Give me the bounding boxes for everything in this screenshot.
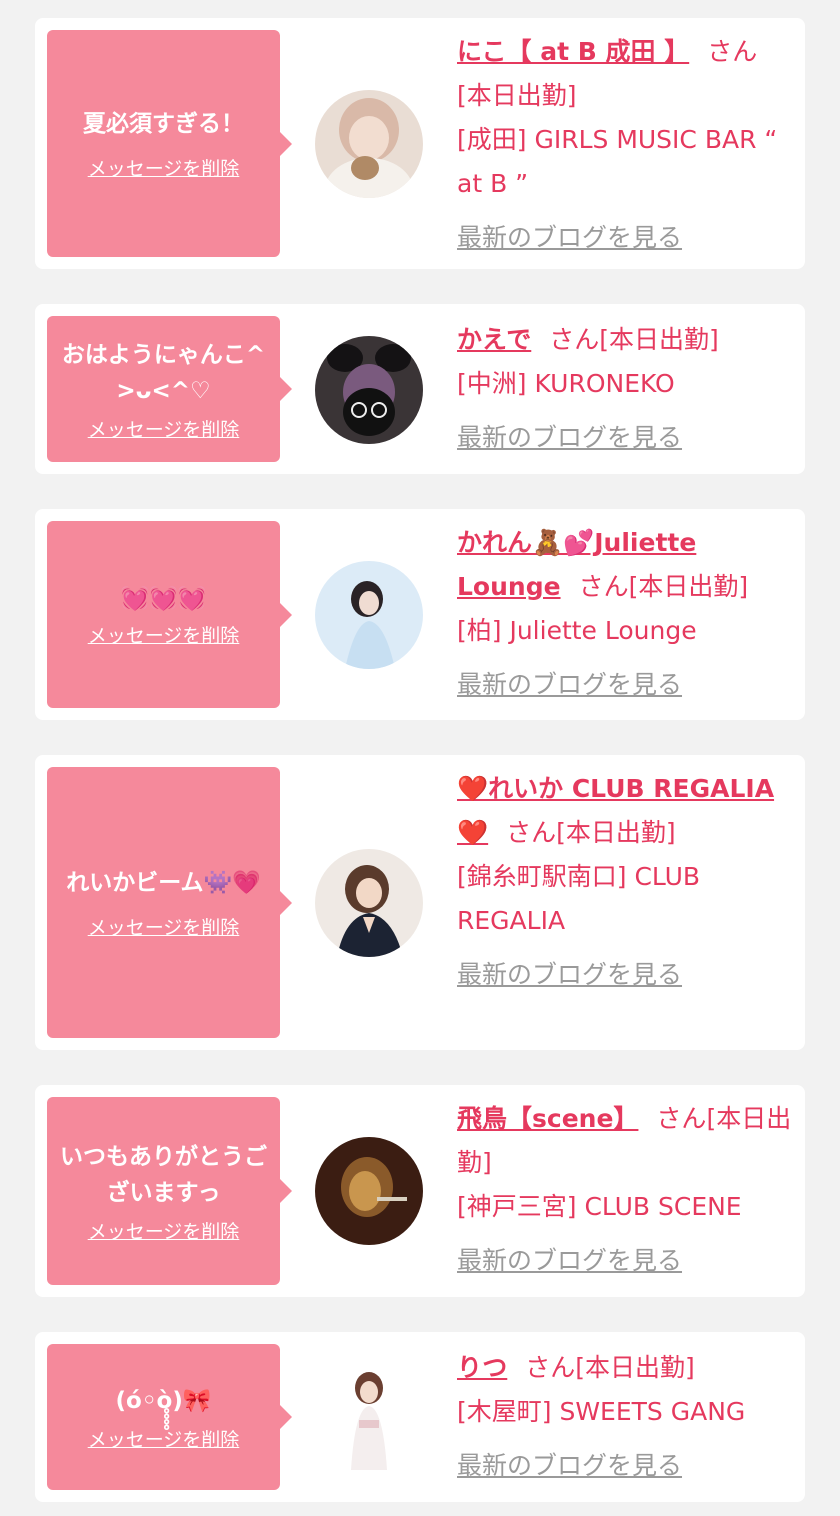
message-text: (ó◦ò̥̥̥̥)🎀 bbox=[115, 1387, 212, 1414]
cast-info: かれん🧸💕Juliette Lounge さん[本日出勤] [柏] Juliett… bbox=[457, 521, 795, 707]
latest-blog-link[interactable]: 最新のブログを見る bbox=[457, 663, 682, 707]
message-card: れいかビーム👾💗 メッセージを削除 ❤️れいか CLUB REGALIA❤️ さん… bbox=[35, 755, 805, 1050]
delete-message-link[interactable]: メッセージを削除 bbox=[88, 621, 240, 648]
delete-message-link[interactable]: メッセージを削除 bbox=[88, 415, 240, 442]
message-bubble: おはようにゃんこ^ >ᴗ<^♡ メッセージを削除 bbox=[47, 316, 292, 462]
shop-info: [錦糸町駅南口] CLUB REGALIA bbox=[457, 862, 701, 935]
cast-info: ❤️れいか CLUB REGALIA❤️ さん[本日出勤] [錦糸町駅南口] CL… bbox=[457, 767, 795, 997]
delete-message-link[interactable]: メッセージを削除 bbox=[88, 1425, 240, 1452]
san-label: さん bbox=[525, 1353, 576, 1382]
latest-blog-link[interactable]: 最新のブログを見る bbox=[457, 416, 682, 460]
message-list: 夏必須すぎる！ メッセージを削除 にこ【 at B 成田 】さん [本日出勤] … bbox=[0, 0, 840, 1516]
san-label: さん bbox=[656, 1104, 707, 1133]
latest-blog-link[interactable]: 最新のブログを見る bbox=[457, 1444, 682, 1488]
shop-info: [成田] GIRLS MUSIC BAR “ at B ” bbox=[457, 125, 778, 198]
shop-info: [中洲] KURONEKO bbox=[457, 369, 675, 398]
shop-info: [木屋町] SWEETS GANG bbox=[457, 1397, 746, 1426]
message-bubble: いつもありがとうございますっ メッセージを削除 bbox=[47, 1097, 292, 1285]
delete-message-link[interactable]: メッセージを削除 bbox=[88, 154, 240, 181]
message-bubble: (ó◦ò̥̥̥̥)🎀 メッセージを削除 bbox=[47, 1344, 292, 1490]
attendance-status: [本日出勤] bbox=[599, 325, 719, 354]
message-card: おはようにゃんこ^ >ᴗ<^♡ メッセージを削除 かえで さん[本日出勤] [中洲… bbox=[35, 304, 805, 474]
cast-info: にこ【 at B 成田 】さん [本日出勤] [成田] GIRLS MUSIC … bbox=[457, 30, 795, 260]
shop-info: [柏] Juliette Lounge bbox=[457, 616, 697, 645]
avatar[interactable] bbox=[315, 1137, 423, 1245]
message-bubble: れいかビーム👾💗 メッセージを削除 bbox=[47, 767, 292, 1038]
message-card: いつもありがとうございますっ メッセージを削除 飛鳥【scene】 さん[本日出勤… bbox=[35, 1085, 805, 1297]
cast-name-link[interactable]: にこ【 at B 成田 】 bbox=[457, 37, 689, 66]
latest-blog-link[interactable]: 最新のブログを見る bbox=[457, 953, 682, 997]
message-text: いつもありがとうございますっ bbox=[60, 1143, 267, 1206]
message-text: おはようにゃんこ^ >ᴗ<^♡ bbox=[61, 341, 266, 404]
attendance-status: [本日出勤] bbox=[575, 1353, 695, 1382]
latest-blog-link[interactable]: 最新のブログを見る bbox=[457, 216, 682, 260]
message-text: 夏必須すぎる！ bbox=[83, 111, 244, 137]
san-label: さん bbox=[506, 818, 557, 847]
cast-info: りつ さん[本日出勤] [木屋町] SWEETS GANG 最新のブログを見る bbox=[457, 1346, 795, 1488]
san-label: さん bbox=[549, 325, 600, 354]
cast-name-link[interactable]: りつ bbox=[457, 1353, 507, 1382]
avatar[interactable] bbox=[315, 849, 423, 957]
message-card: 💓💓💓 メッセージを削除 かれん🧸💕Juliette Lounge さん[本日出勤… bbox=[35, 509, 805, 720]
cast-info: かえで さん[本日出勤] [中洲] KURONEKO 最新のブログを見る bbox=[457, 318, 795, 460]
message-bubble: 💓💓💓 メッセージを削除 bbox=[47, 521, 292, 708]
message-card: 夏必須すぎる！ メッセージを削除 にこ【 at B 成田 】さん [本日出勤] … bbox=[35, 18, 805, 269]
delete-message-link[interactable]: メッセージを削除 bbox=[88, 1217, 240, 1244]
avatar[interactable] bbox=[315, 1364, 423, 1472]
attendance-status: [本日出勤] bbox=[457, 81, 577, 110]
attendance-status: [本日出勤] bbox=[556, 818, 676, 847]
cast-name-link[interactable]: 飛鳥【scene】 bbox=[457, 1104, 638, 1133]
message-card: (ó◦ò̥̥̥̥)🎀 メッセージを削除 りつ さん[本日出勤] [木屋町] SWE… bbox=[35, 1332, 805, 1502]
message-text: れいかビーム👾💗 bbox=[66, 870, 261, 896]
avatar[interactable] bbox=[315, 561, 423, 669]
delete-message-link[interactable]: メッセージを削除 bbox=[88, 913, 240, 940]
san-label: さん bbox=[578, 572, 629, 601]
san-label: さん bbox=[707, 37, 758, 66]
attendance-status: [本日出勤] bbox=[628, 572, 749, 601]
shop-info: [神戸三宮] CLUB SCENE bbox=[457, 1192, 742, 1221]
message-text: 💓💓💓 bbox=[120, 586, 207, 612]
message-bubble: 夏必須すぎる！ メッセージを削除 bbox=[47, 30, 292, 257]
avatar[interactable] bbox=[315, 336, 423, 444]
cast-name-link[interactable]: かえで bbox=[457, 325, 531, 354]
latest-blog-link[interactable]: 最新のブログを見る bbox=[457, 1239, 682, 1283]
avatar[interactable] bbox=[315, 90, 423, 198]
cast-info: 飛鳥【scene】 さん[本日出勤] [神戸三宮] CLUB SCENE 最新のブ… bbox=[457, 1097, 795, 1283]
